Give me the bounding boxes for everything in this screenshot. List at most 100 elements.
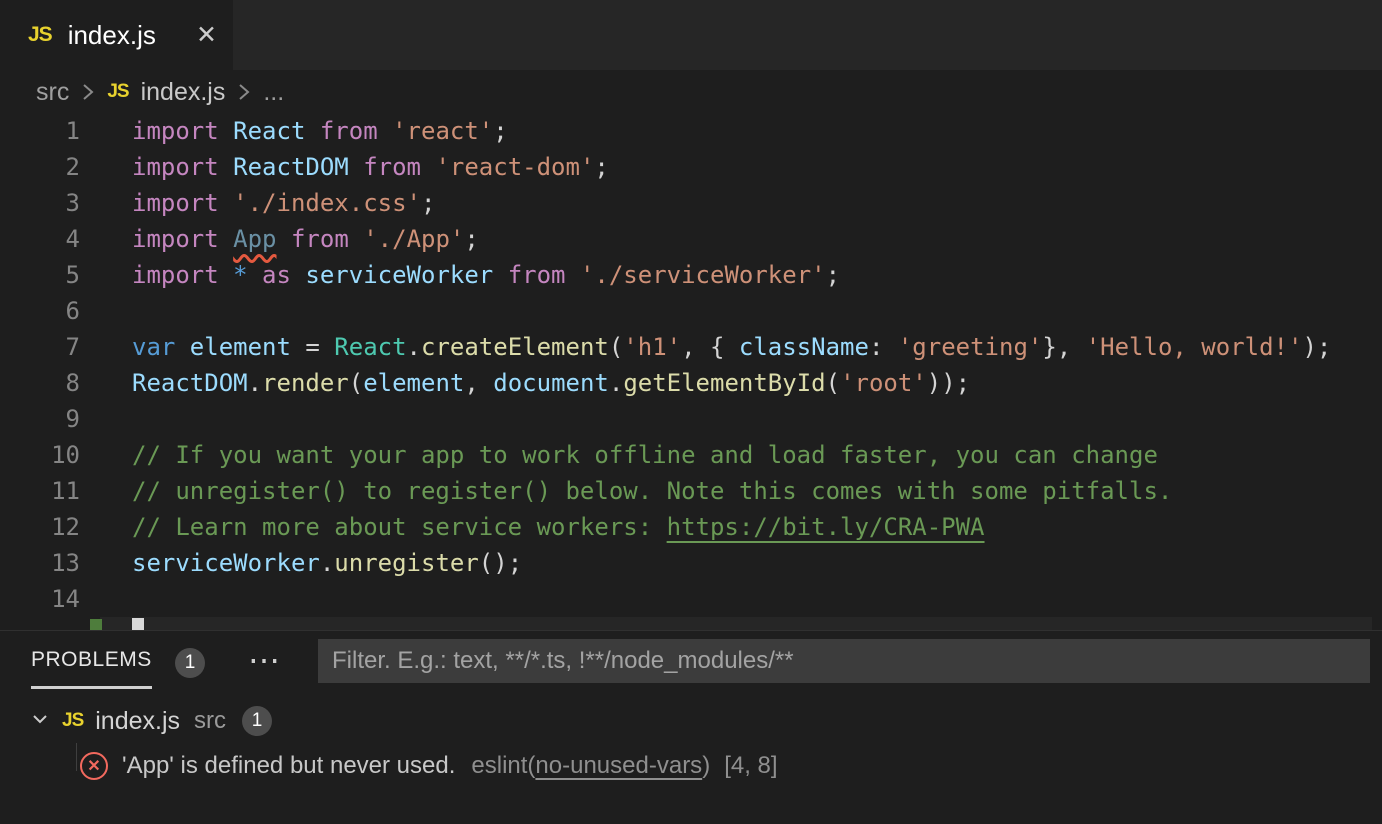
code-token: . (407, 333, 421, 361)
code-line[interactable]: 9 (0, 401, 1382, 437)
problem-rule-link[interactable]: no-unused-vars (535, 752, 702, 779)
code-line[interactable]: 6 (0, 293, 1382, 329)
code-link[interactable]: https://bit.ly/CRA-PWA (667, 513, 985, 541)
code-line[interactable]: 3import './index.css'; (0, 185, 1382, 221)
code-token: className (739, 333, 869, 361)
code-token: : (869, 333, 898, 361)
javascript-file-icon: JS (62, 710, 83, 732)
code-token: 'greeting' (898, 333, 1043, 361)
line-number: 2 (0, 149, 80, 185)
partial-line-15 (0, 617, 1382, 630)
code-token: from (493, 261, 580, 289)
line-number: 11 (0, 473, 80, 509)
code-token: getElementById (623, 369, 825, 397)
code-token: )); (927, 369, 970, 397)
code-text: // Learn more about service workers: htt… (80, 509, 985, 545)
code-token: (); (479, 549, 522, 577)
current-line-highlight (100, 617, 1372, 630)
code-token: serviceWorker (305, 261, 493, 289)
javascript-file-icon: JS (107, 81, 128, 103)
more-actions-icon[interactable]: ⋯ (248, 641, 280, 679)
problem-row[interactable]: ✕ 'App' is defined but never used. eslin… (0, 743, 1382, 789)
code-line[interactable]: 2import ReactDOM from 'react-dom'; (0, 149, 1382, 185)
code-text: // unregister() to register() below. Not… (80, 473, 1172, 509)
code-line[interactable]: 12// Learn more about service workers: h… (0, 509, 1382, 545)
code-token: ; (464, 225, 478, 253)
problems-file-path: src (194, 707, 226, 735)
code-token: // If you want your app to work offline … (132, 441, 1158, 469)
code-text: serviceWorker.unregister(); (80, 545, 522, 581)
code-line[interactable]: 4import App from './App'; (0, 221, 1382, 257)
code-token: import (132, 225, 233, 253)
line-number: 4 (0, 221, 80, 257)
breadcrumb-symbol-more[interactable]: ... (263, 78, 284, 107)
code-token: ; (493, 117, 507, 145)
code-token: serviceWorker (132, 549, 320, 577)
code-line[interactable]: 7var element = React.createElement('h1',… (0, 329, 1382, 365)
editor-tab-index-js[interactable]: JS index.js ✕ (0, 0, 233, 70)
code-line[interactable]: 11// unregister() to register() below. N… (0, 473, 1382, 509)
code-token: 'root' (840, 369, 927, 397)
code-token: 'react' (392, 117, 493, 145)
code-token: './App' (363, 225, 464, 253)
close-tab-icon[interactable]: ✕ (196, 20, 217, 50)
code-token: ; (826, 261, 840, 289)
code-token: . (609, 369, 623, 397)
code-token: render (262, 369, 349, 397)
breadcrumb-folder[interactable]: src (36, 78, 69, 107)
line-number: 9 (0, 401, 80, 437)
line-number: 3 (0, 185, 80, 221)
problems-filter-input[interactable] (318, 639, 1370, 683)
code-token: unregister (334, 549, 479, 577)
code-text (80, 401, 132, 437)
text-cursor (132, 618, 144, 630)
code-token: 'h1' (623, 333, 681, 361)
problem-source: eslint(no-unused-vars) (471, 752, 710, 780)
code-editor[interactable]: 1import React from 'react';2import React… (0, 113, 1382, 630)
chevron-right-icon (79, 79, 97, 105)
chevron-down-icon[interactable] (28, 707, 52, 736)
problem-source-suffix: ) (702, 752, 710, 779)
breadcrumb-file[interactable]: index.js (141, 78, 226, 107)
code-token: import (132, 117, 233, 145)
code-text: import ReactDOM from 'react-dom'; (80, 149, 609, 185)
code-lines: 1import React from 'react';2import React… (0, 113, 1382, 617)
code-token: = (305, 333, 334, 361)
code-token: . (248, 369, 262, 397)
code-line[interactable]: 5import * as serviceWorker from './servi… (0, 257, 1382, 293)
line-number: 14 (0, 581, 80, 617)
code-token: from (305, 117, 392, 145)
code-token: './serviceWorker' (580, 261, 826, 289)
file-problems-count-badge: 1 (242, 706, 272, 736)
breadcrumb: src JS index.js ... (0, 72, 284, 112)
line-number: 12 (0, 509, 80, 545)
code-line[interactable]: 10// If you want your app to work offlin… (0, 437, 1382, 473)
code-line[interactable]: 13serviceWorker.unregister(); (0, 545, 1382, 581)
code-token: // Learn more about service workers: (132, 513, 667, 541)
code-token: ; (594, 153, 608, 181)
code-token: import (132, 261, 233, 289)
code-token: ; (421, 189, 435, 217)
code-text: import './index.css'; (80, 185, 435, 221)
problems-count-badge: 1 (175, 648, 205, 678)
code-token: from (349, 153, 436, 181)
code-token: React (233, 117, 305, 145)
code-text (80, 293, 132, 329)
code-line[interactable]: 14 (0, 581, 1382, 617)
code-text: var element = React.createElement('h1', … (80, 329, 1331, 365)
chevron-right-icon (235, 79, 253, 105)
tab-problems[interactable]: PROBLEMS (31, 647, 152, 689)
code-text: ReactDOM.render(element, document.getEle… (80, 365, 970, 401)
code-token: createElement (421, 333, 609, 361)
javascript-file-icon: JS (28, 23, 52, 47)
code-token: element (363, 369, 464, 397)
code-token: var (132, 333, 190, 361)
problems-file-row[interactable]: JS index.js src 1 (0, 701, 1382, 741)
code-token: document (493, 369, 609, 397)
problem-message: 'App' is defined but never used. (122, 752, 455, 780)
code-line[interactable]: 8ReactDOM.render(element, document.getEl… (0, 365, 1382, 401)
code-token: React (334, 333, 406, 361)
code-line[interactable]: 1import React from 'react'; (0, 113, 1382, 149)
code-token: }, (1042, 333, 1085, 361)
code-token: ( (826, 369, 840, 397)
